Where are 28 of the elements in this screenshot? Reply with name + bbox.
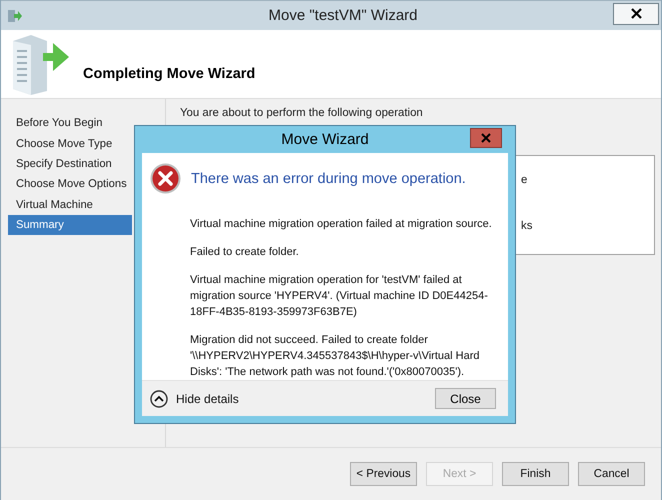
- error-message: Virtual machine migration operation for 'testVM' failed at migration source 'HYPERV4'. (Virtual machine ID D0E44254-18FF-4B35-8193-359973F63B7E): [190, 273, 489, 320]
- wizard-step[interactable]: Specify Destination: [8, 154, 132, 174]
- close-icon: [630, 8, 642, 19]
- error-message: Failed to create folder.: [190, 245, 300, 260]
- close-icon: [481, 133, 491, 143]
- wizard-button[interactable]: Cancel: [578, 462, 645, 486]
- error-message: Migration did not succeed. Failed to create folder '\\HYPERV2\HYPERV4.345537843$\H\hyper-v\Virtual Hard Disks': 'The network path was not found.'('0x80070035').: [190, 333, 480, 380]
- close-dialog-button[interactable]: Close: [435, 388, 496, 409]
- wizard-step[interactable]: Virtual Machine: [8, 194, 132, 215]
- summary-text: e: [521, 174, 528, 186]
- wizard-step[interactable]: Choose Move Options: [8, 174, 132, 195]
- window-title: Move "testVM" Wizard: [267, 7, 418, 24]
- error-message: Virtual machine migration operation failed at migration source.: [190, 217, 493, 232]
- app-icon: [7, 8, 23, 24]
- intro-text: You are about to perform the following operation: [180, 107, 424, 119]
- summary-text: ks: [521, 220, 534, 232]
- wizard-step[interactable]: Summary: [8, 214, 132, 236]
- wizard-step[interactable]: Choose Move Type: [8, 133, 132, 154]
- chevron-up-icon: [150, 390, 168, 408]
- wizard-step[interactable]: Before You Begin: [8, 113, 132, 134]
- error-icon: [150, 163, 181, 194]
- error-heading: There was an error during move operation.: [191, 170, 466, 186]
- hide-details-toggle[interactable]: Hide details: [150, 390, 239, 408]
- page-heading: Completing Move Wizard: [83, 66, 256, 82]
- close-button[interactable]: [613, 2, 659, 24]
- wizard-button[interactable]: < Previous: [350, 462, 417, 486]
- wizard-button[interactable]: Finish: [502, 462, 569, 486]
- dialog-title: Move Wizard: [281, 131, 369, 148]
